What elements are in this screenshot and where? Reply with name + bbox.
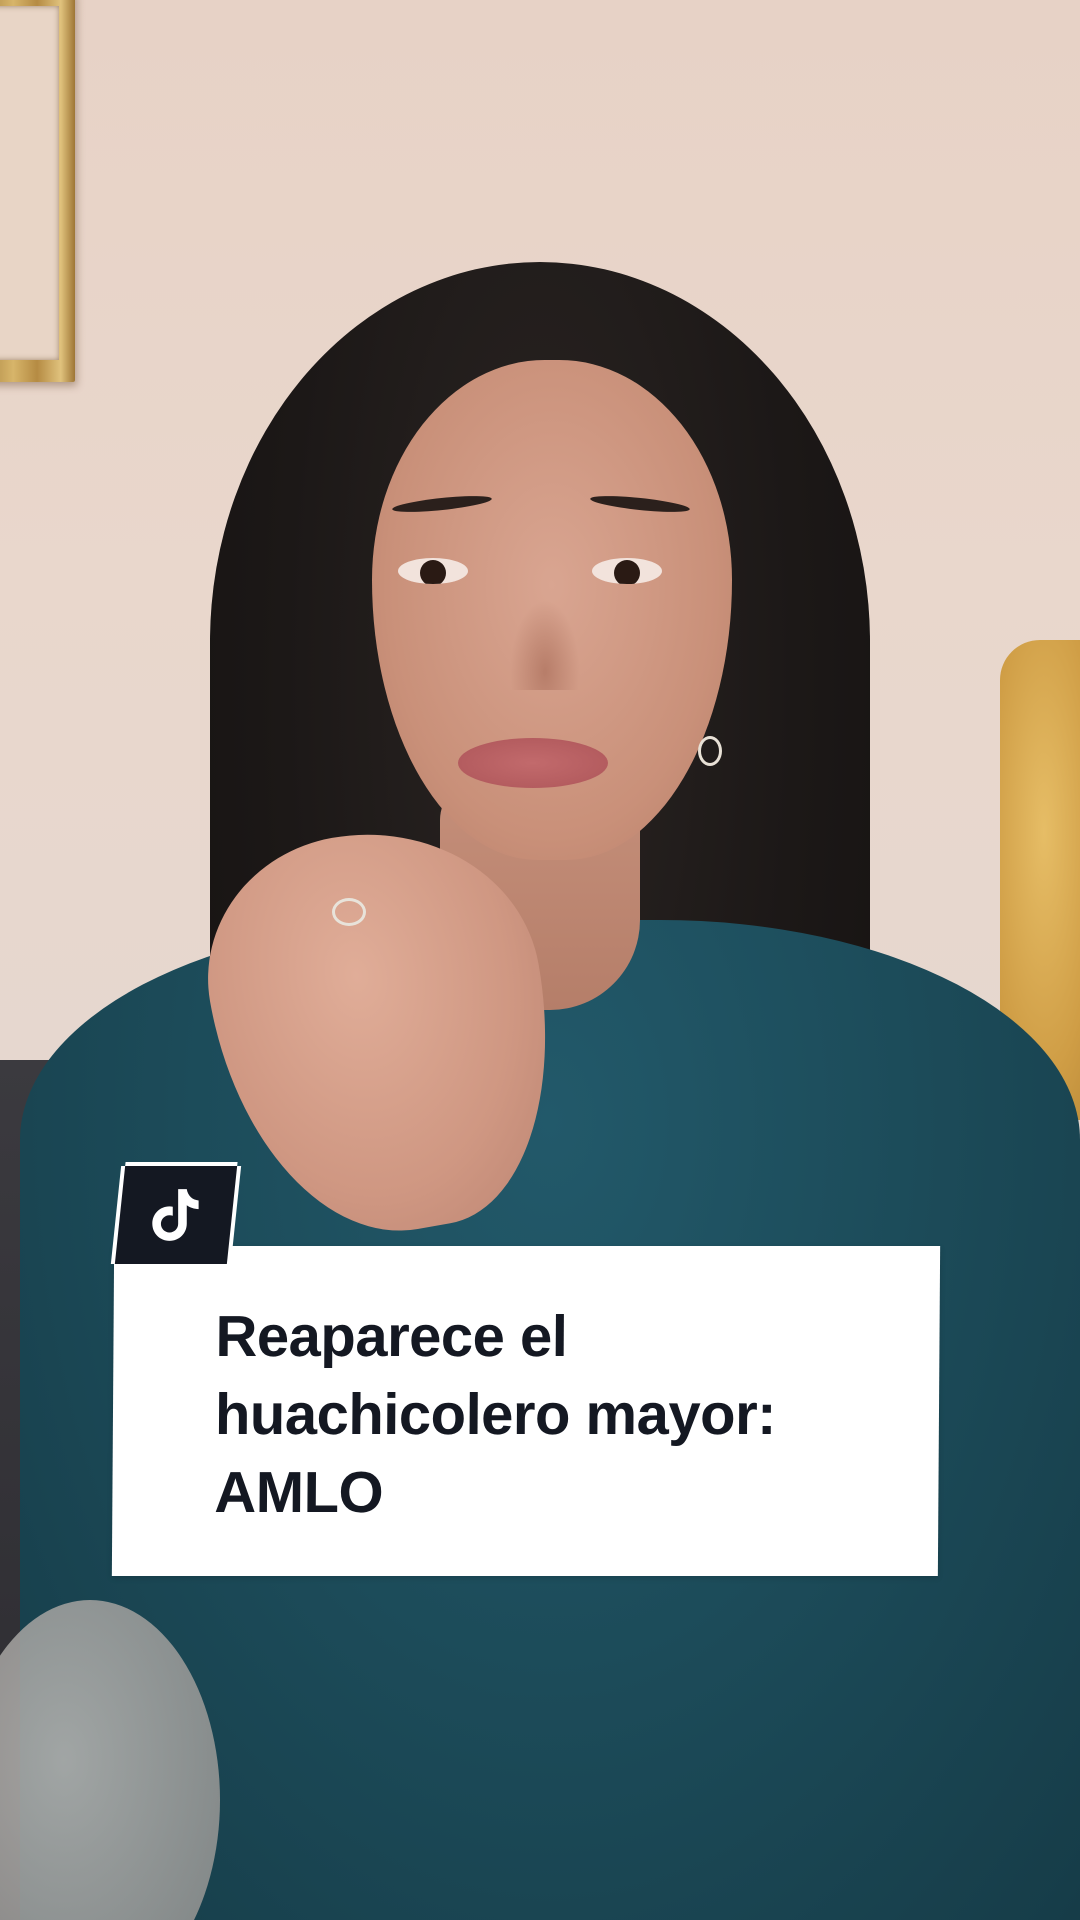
caption-card: Reaparece el huachicolero mayor: AMLO bbox=[111, 1246, 941, 1576]
caption-line-3: AMLO bbox=[214, 1460, 384, 1525]
speaker-earring bbox=[698, 736, 722, 766]
caption-line-1: Reaparece el bbox=[215, 1304, 568, 1369]
caption-text: Reaparece el huachicolero mayor: AMLO bbox=[214, 1298, 916, 1532]
speaker-right-eye bbox=[592, 558, 662, 584]
speaker-left-eye bbox=[398, 558, 468, 584]
tiktok-badge bbox=[114, 1166, 238, 1264]
speaker-lips bbox=[458, 738, 608, 788]
speaker-ring bbox=[332, 898, 366, 926]
tiktok-logo-icon bbox=[152, 1189, 199, 1241]
caption-line-2: huachicolero mayor: bbox=[214, 1382, 777, 1447]
speaker-nose bbox=[510, 600, 580, 690]
picture-frame bbox=[0, 0, 75, 382]
video-frame[interactable]: Reaparece el huachicolero mayor: AMLO bbox=[0, 0, 1080, 1920]
